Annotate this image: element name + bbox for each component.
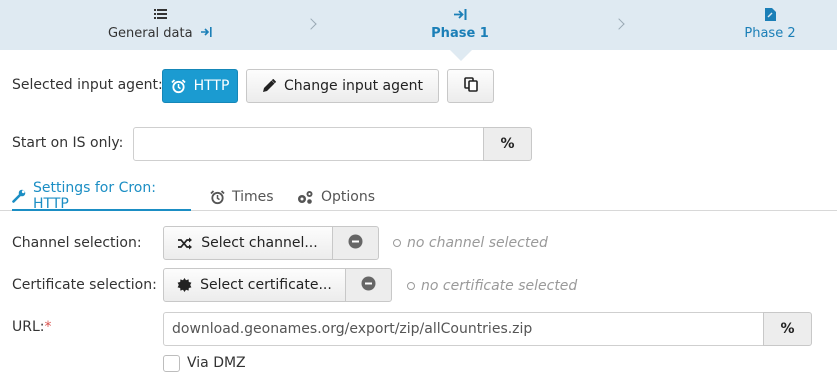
step-separator-chevron — [613, 18, 625, 30]
channel-hint: no channel selected — [393, 235, 548, 251]
alarm-clock-icon — [170, 78, 186, 94]
step-separator-chevron — [305, 18, 317, 30]
url-input[interactable]: download.geonames.org/export/zip/allCoun… — [163, 312, 764, 346]
tab-times[interactable]: Times — [210, 183, 274, 211]
certificate-hint-text: no certificate selected — [421, 278, 578, 294]
start-on-is-label: Start on IS only: — [12, 135, 124, 151]
select-certificate-button[interactable]: Select certificate... — [163, 268, 346, 302]
certificate-icon — [177, 277, 192, 293]
via-dmz-checkbox[interactable] — [163, 355, 180, 372]
input-agent-label: Selected input agent: — [12, 77, 163, 93]
tab-label: Times — [232, 189, 274, 205]
start-on-is-percent-button[interactable]: % — [483, 127, 532, 161]
certificate-selection-label: Certificate selection: — [12, 277, 157, 293]
shuffle-icon — [178, 237, 193, 250]
http-agent-label: HTTP — [193, 78, 230, 94]
wrench-icon — [12, 189, 26, 203]
tab-options[interactable]: Options — [296, 183, 375, 211]
select-certificate-label: Select certificate... — [200, 277, 332, 293]
change-input-agent-button[interactable]: Change input agent — [246, 69, 439, 103]
cogs-icon — [296, 190, 314, 205]
select-channel-button[interactable]: Select channel... — [163, 226, 333, 260]
select-channel-label: Select channel... — [201, 235, 318, 251]
start-on-is-input[interactable] — [133, 127, 484, 161]
active-step-pointer — [450, 50, 472, 61]
step-label: Phase 2 — [744, 26, 796, 41]
url-percent-button[interactable]: % — [763, 312, 812, 346]
file-icon — [700, 8, 837, 24]
certificate-hint: no certificate selected — [407, 278, 577, 294]
step-phase-2[interactable]: Phase 2 — [700, 8, 837, 41]
circle-icon — [407, 282, 415, 290]
via-dmz-label: Via DMZ — [187, 355, 246, 371]
step-phase-1[interactable]: Phase 1 — [370, 8, 550, 41]
tab-label: Options — [321, 189, 376, 205]
copy-icon — [463, 76, 478, 96]
alarm-clock-icon — [210, 189, 225, 205]
channel-selection-label: Channel selection: — [12, 235, 142, 251]
clear-certificate-button[interactable] — [345, 268, 392, 302]
tab-settings-cron-http[interactable]: Settings for Cron: HTTP — [12, 180, 191, 212]
list-icon — [60, 8, 260, 24]
step-label: Phase 1 — [431, 26, 489, 41]
step-general-data[interactable]: General data — [60, 8, 260, 41]
clear-channel-button[interactable] — [332, 226, 379, 260]
url-label-text: URL: — [12, 319, 45, 335]
pencil-icon — [262, 79, 277, 93]
minus-circle-icon — [348, 234, 363, 253]
required-mark: * — [44, 319, 52, 335]
copy-button[interactable] — [447, 69, 494, 103]
tab-label: Settings for Cron: HTTP — [33, 180, 156, 212]
step-label: General data — [107, 26, 193, 41]
arrow-to-right-icon — [370, 8, 550, 24]
change-input-agent-label: Change input agent — [284, 78, 423, 94]
channel-hint-text: no channel selected — [407, 235, 548, 251]
arrow-to-right-icon — [201, 25, 212, 41]
minus-circle-icon — [361, 276, 376, 295]
circle-icon — [393, 239, 401, 247]
url-label: URL:* — [12, 319, 52, 335]
wizard-steps: General data Phase 1 Phase 2 — [0, 0, 837, 50]
http-agent-button[interactable]: HTTP — [162, 69, 238, 103]
